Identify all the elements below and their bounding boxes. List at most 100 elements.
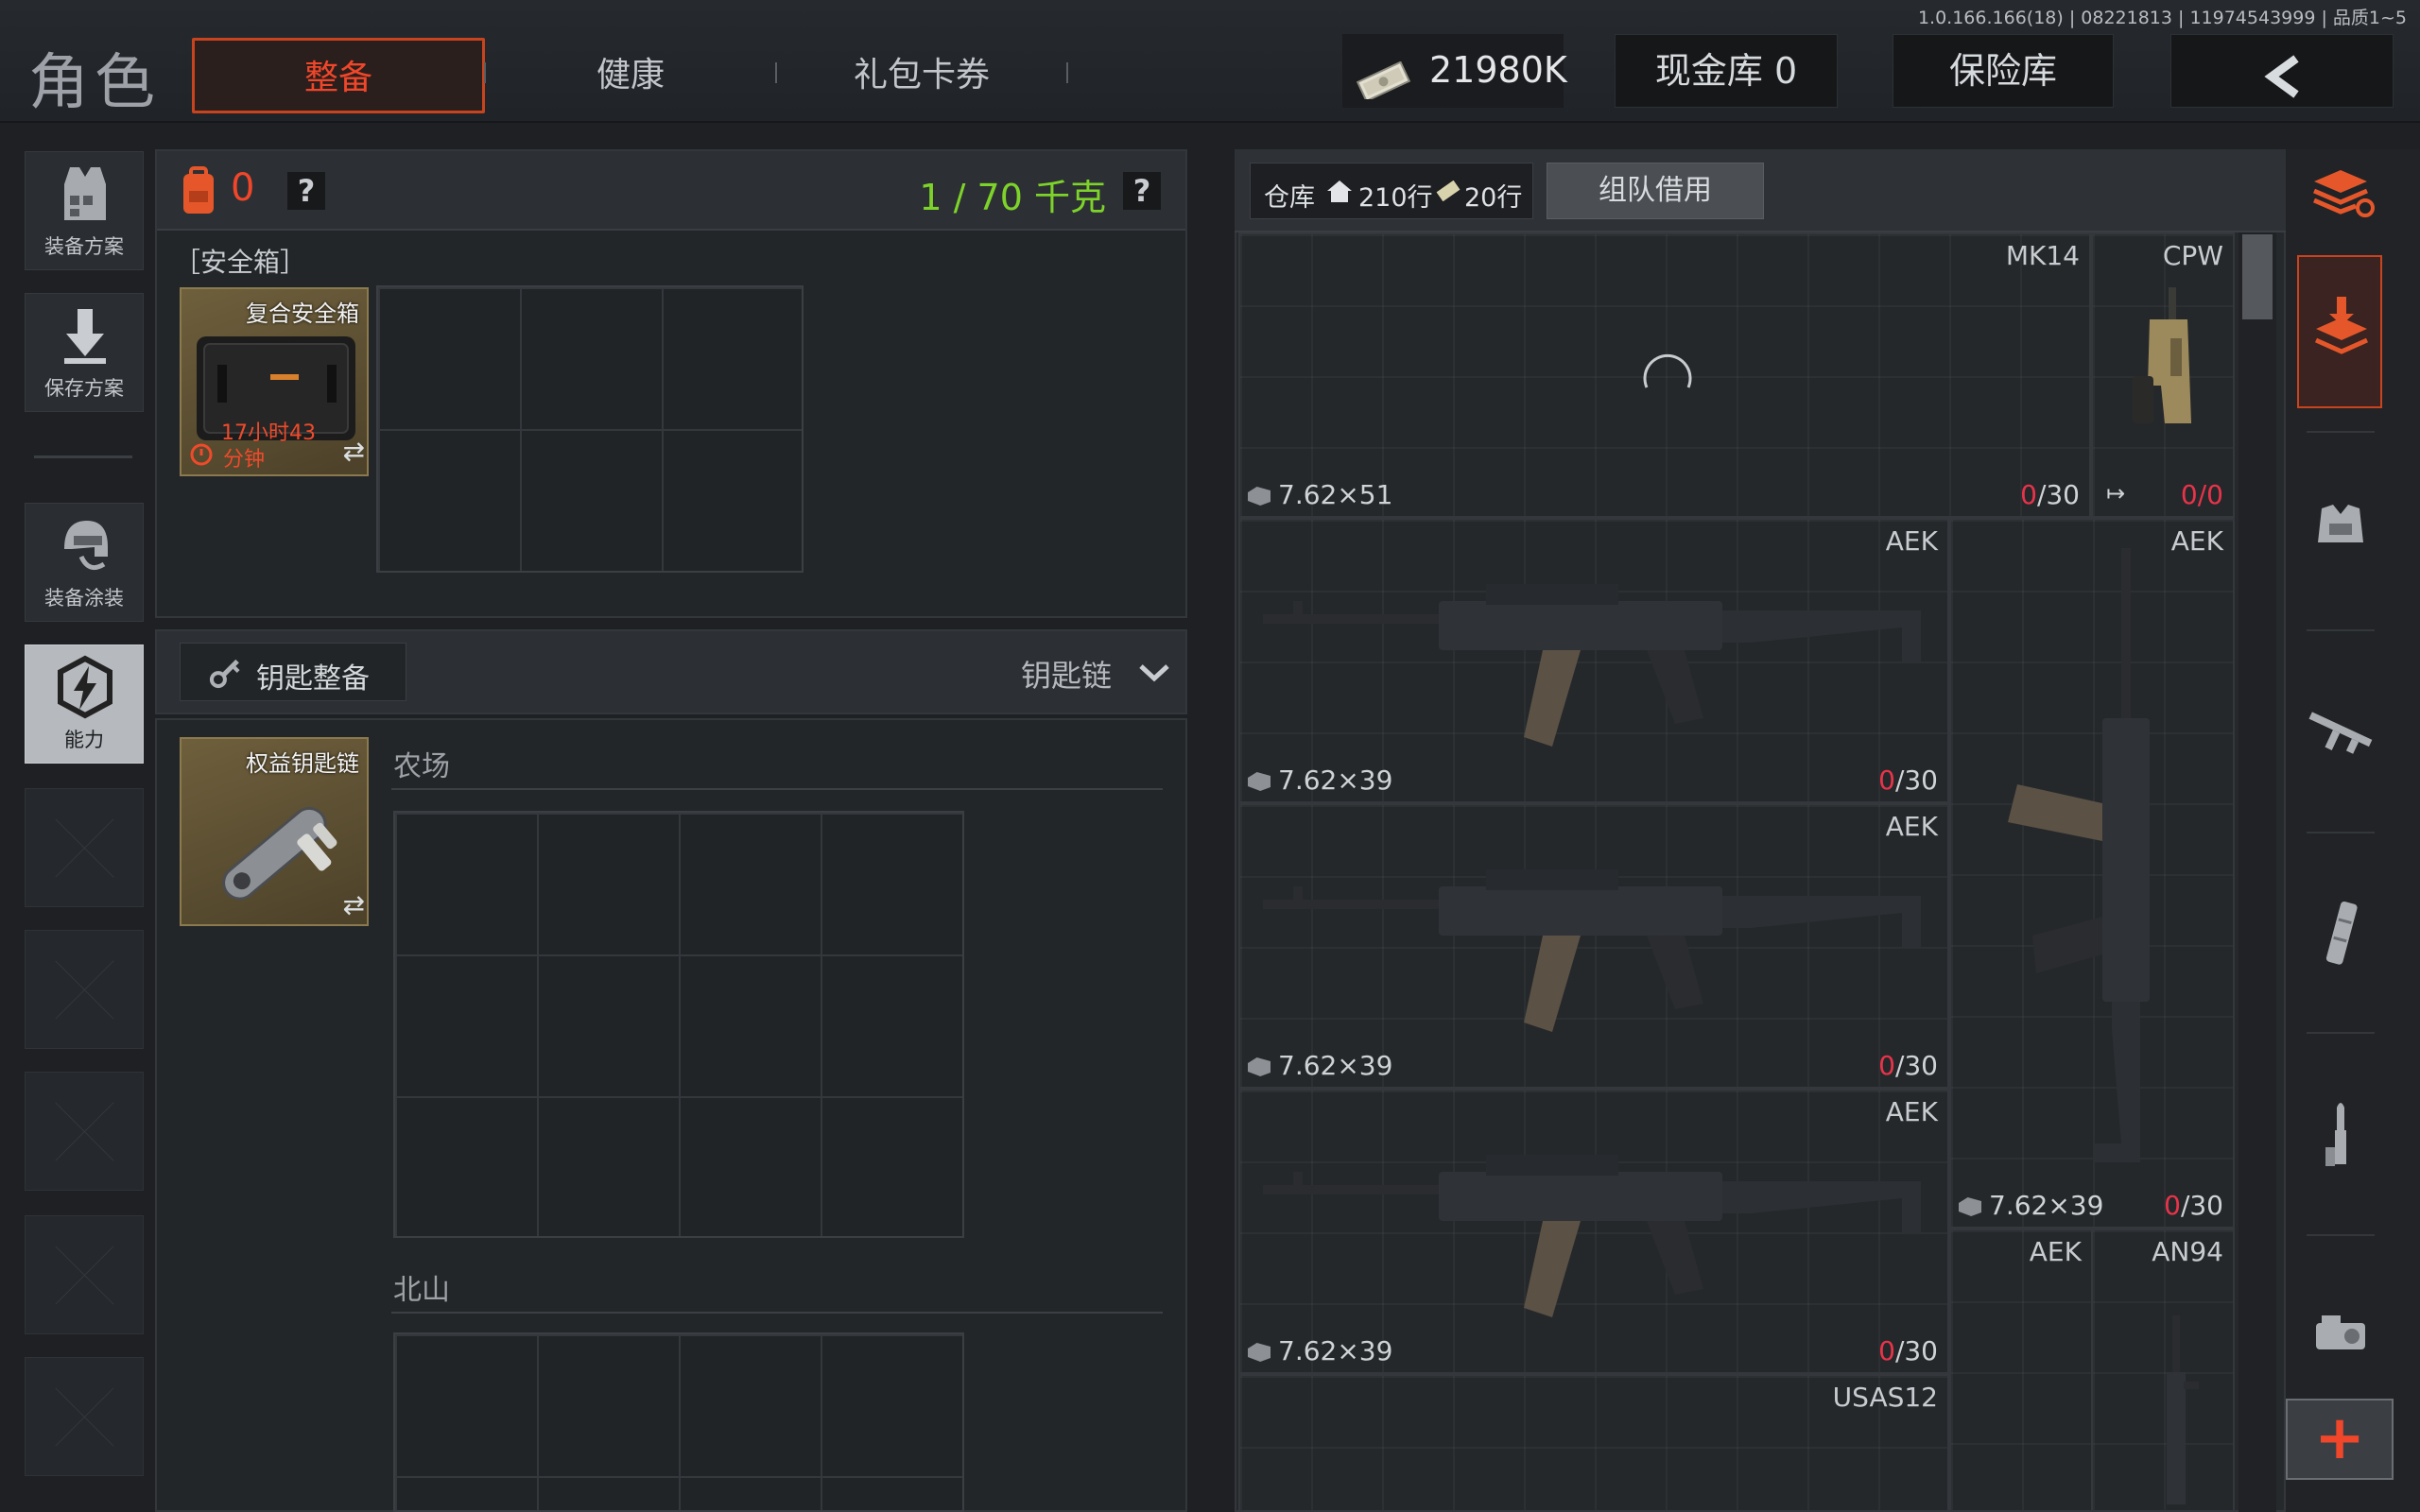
back-button[interactable] [2170,34,2394,108]
lightning-hex-icon [58,655,112,719]
sidebar-item-label: 装备方案 [44,235,124,258]
item-magazine: 0/30 [2020,479,2080,510]
sidebar-empty-slot [25,1215,144,1334]
rifle-image-icon [1263,869,1921,1032]
page-title: 角色 [28,48,161,118]
currency-value: 21980K [1429,49,1567,91]
rifle-image-icon [2008,548,2150,1162]
warehouse-item-aek-vertical[interactable]: AEK 7.62×39 0/30 [1949,518,2235,1228]
caliber-text: 7.62×39 [1989,1190,2104,1221]
key-icon [207,655,243,695]
export-icon: ↦ [2106,480,2126,507]
swap-icon[interactable]: ⇄ [343,889,365,920]
ammo-icon [1959,1197,1981,1216]
area-label-farm: 农场 [393,750,450,783]
backpack-icon [178,166,219,219]
sidebar-item-label: 装备涂装 [44,587,124,610]
rifle-image-icon [1263,584,1921,747]
mag-current: 0 [1878,765,1895,796]
item-magazine: 0/0 [2181,479,2223,510]
loading-spinner-icon [1637,346,1698,410]
warehouse-label: 仓库 [1264,183,1315,213]
mag-max: /30 [1894,1050,1938,1081]
warehouse-item-aek[interactable]: AEK 7.62×39 0/30 [1238,1089,1949,1374]
weight-help-button[interactable]: ? [1123,172,1161,210]
sidebar-item-save-plan[interactable]: 保存方案 [25,293,144,412]
warehouse-item-mk14[interactable]: MK14 7.62×51 0/30 [1238,232,2091,518]
mag-current: 0 [2020,479,2037,510]
swap-icon[interactable]: ⇄ [343,436,365,467]
filter-tool[interactable] [2299,1092,2382,1176]
safebox-storage-grid[interactable] [376,285,804,573]
bullet-icon [2325,1103,2346,1166]
rifle-image-icon [1263,1155,1921,1317]
sidebar-item-ability[interactable]: 能力 [25,644,144,764]
warehouse-item-cpw[interactable]: CPW ↦ 0/0 [2091,232,2235,518]
armor-icon [2318,505,2363,542]
sidebar-item-label: 能力 [64,729,104,751]
item-name: AEK [1885,525,1938,557]
caliber-text: 7.62×51 [1278,479,1393,510]
north-mountain-key-grid[interactable] [393,1332,964,1512]
key-item-card[interactable]: 权益钥匙链 ⇄ [180,737,369,926]
item-name: AEK [1885,811,1938,842]
sidebar-divider [34,455,132,458]
warehouse-tab[interactable]: 仓库 210行 20行 [1250,163,1533,219]
safebox-item-card[interactable]: 复合安全箱 17小时43 分钟 ⇄ [180,287,369,476]
item-caliber: 7.62×39 [1248,765,1392,796]
keychain-dropdown[interactable]: 钥匙链 [1002,648,1172,696]
tab-separator [1066,62,1068,83]
filter-tool[interactable] [2299,486,2382,569]
chevron-down-icon [1138,663,1170,686]
tab-gift-cards[interactable]: 礼包卡券 [775,38,1068,113]
warehouse-item-aek-small[interactable]: AEK [1949,1228,2093,1512]
mag-max: /30 [2180,1190,2223,1221]
tool-divider [2307,832,2375,833]
safebox-item-name: 复合安全箱 [246,301,359,327]
item-name: USAS12 [1832,1382,1938,1413]
key-loadout-button[interactable]: 钥匙整备 [180,643,406,701]
caliber-text: 7.62×39 [1278,1335,1393,1366]
smg-icon [2133,287,2191,423]
key-loadout-label: 钥匙整备 [256,662,370,696]
warehouse-item-aek[interactable]: AEK 7.62×39 0/30 [1238,803,1949,1089]
help-button[interactable]: ? [287,172,325,210]
filter-tool[interactable] [2299,1293,2382,1376]
tool-divider [2307,629,2375,631]
warehouse-item-aek[interactable]: AEK 7.62×39 0/30 [1238,518,1949,803]
warehouse-scroll-thumb[interactable] [2242,234,2273,319]
tab-health[interactable]: 健康 [484,38,777,113]
warehouse-item-usas12[interactable]: USAS12 [1238,1374,1949,1512]
farm-key-grid[interactable] [393,811,964,1238]
backpack-count: 0 [231,166,255,210]
area-divider [391,788,1163,790]
safebox-timer-line2: 分钟 [223,448,266,472]
caliber-text: 7.62×39 [1278,765,1393,796]
add-button[interactable]: + [2286,1399,2394,1480]
safe-vault-button[interactable]: 保险库 [1893,34,2114,108]
team-borrow-button[interactable]: 组队借用 [1547,163,1764,219]
cash-vault-button[interactable]: 现金库 0 [1615,34,1838,108]
filter-tool[interactable] [2299,892,2382,975]
weight-label: 1 / 70 千克 [919,177,1106,218]
filter-tool[interactable] [2299,151,2382,234]
item-caliber: 7.62×51 [1248,479,1392,510]
home-icon [1326,179,1353,207]
warehouse-item-an94[interactable]: AN94 [2091,1228,2235,1512]
mag-current: 0 [2180,479,2198,510]
mag-max: /30 [2036,479,2080,510]
tab-loadout[interactable]: 整备 [192,38,485,113]
sidebar-item-loadout-plan[interactable]: 装备方案 [25,151,144,270]
mag-current: 0 [1878,1050,1895,1081]
sidebar-empty-slot [25,930,144,1049]
filter-tool-active[interactable] [2297,255,2382,408]
ammo-icon [1248,1057,1270,1076]
warehouse-scroll-track[interactable] [2238,232,2276,1512]
filter-tool[interactable] [2299,690,2382,773]
chevron-left-icon [2260,50,2306,122]
item-magazine: 0/30 [1878,765,1938,796]
clock-icon [189,442,214,471]
sidebar-item-equipment-paint[interactable]: 装备涂装 [25,503,144,622]
item-name: CPW [2162,240,2223,271]
keychain-dropdown-label: 钥匙链 [1021,658,1113,694]
